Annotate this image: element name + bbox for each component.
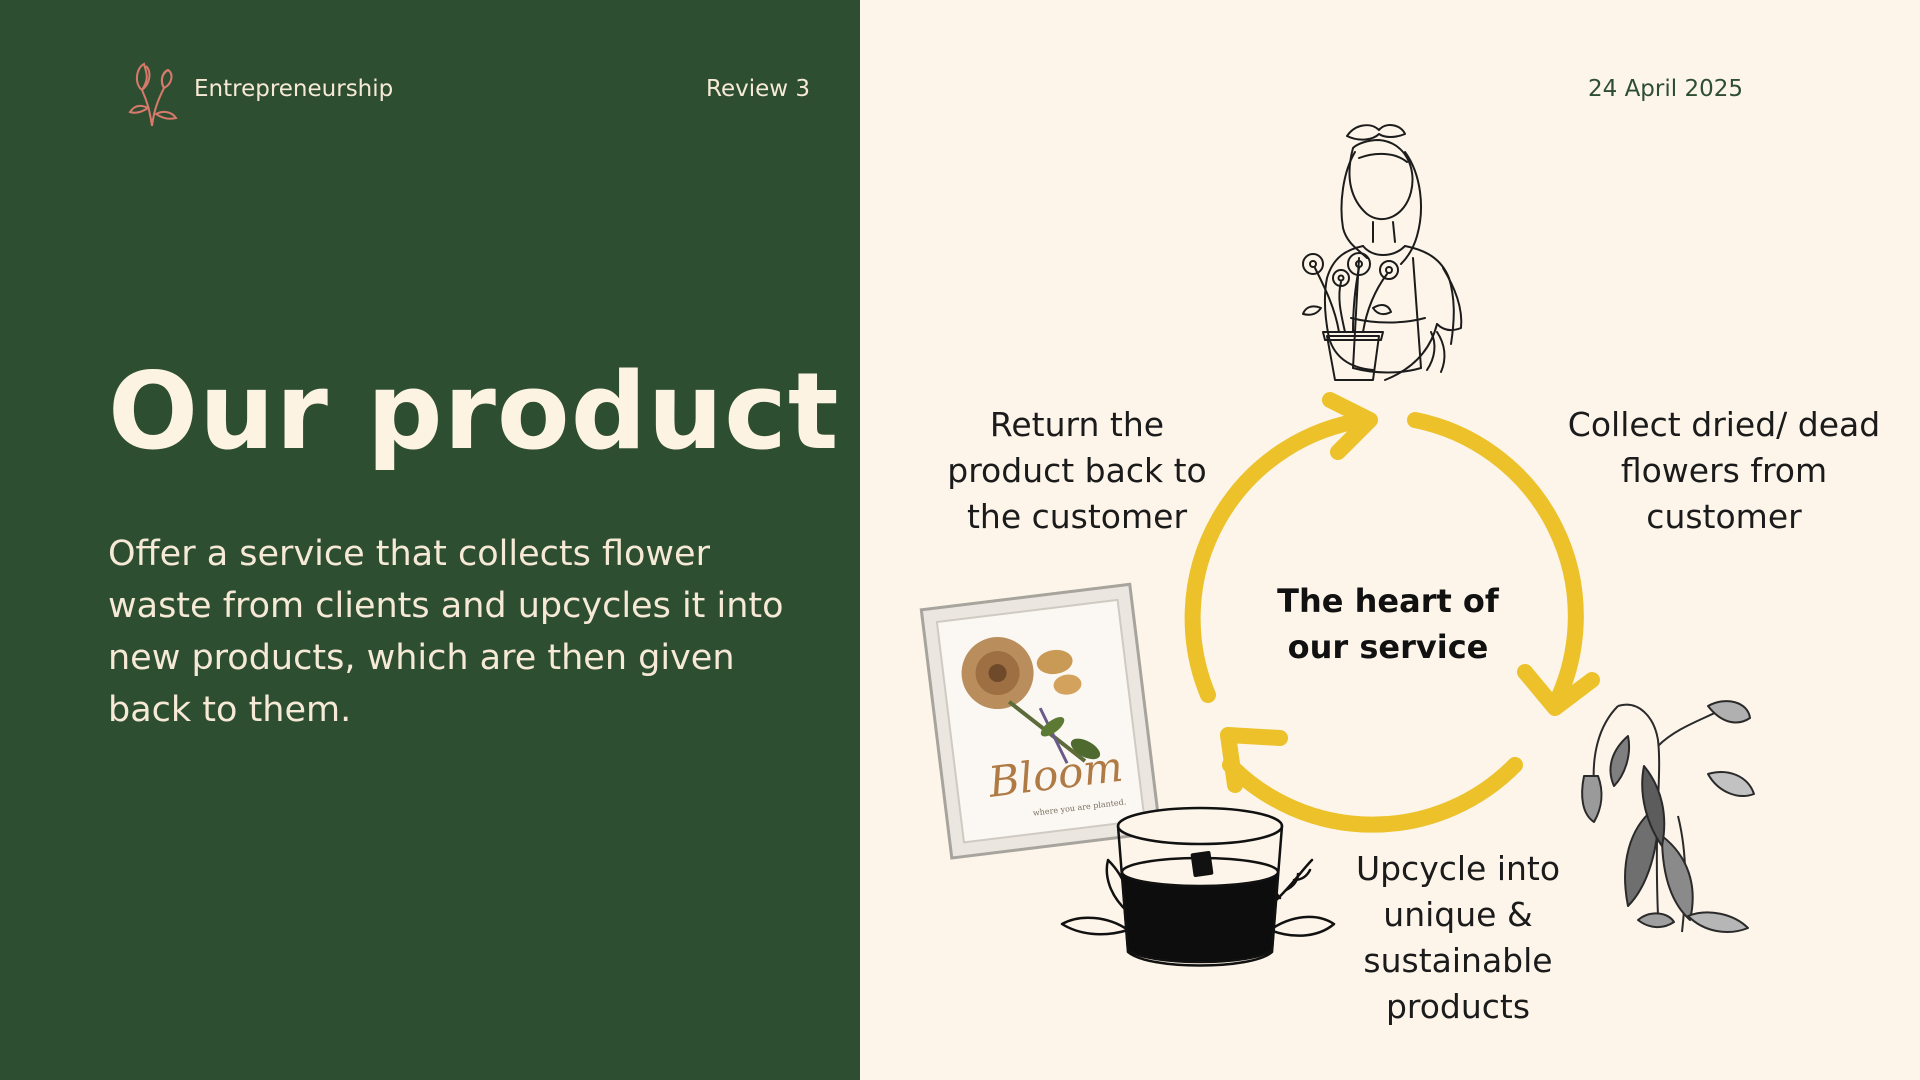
candle-illustration bbox=[1060, 806, 1336, 967]
review-label: Review 3 bbox=[706, 76, 811, 102]
step-collect-label: Collect dried/ dead flowers from custome… bbox=[1567, 405, 1881, 536]
product-description: Offer a service that collects flower was… bbox=[108, 534, 784, 730]
candle-wick-icon bbox=[1190, 850, 1214, 878]
wilted-flowers-illustration bbox=[1581, 700, 1755, 933]
flower-logo-icon bbox=[128, 62, 178, 127]
florist-woman-illustration bbox=[1302, 124, 1463, 381]
step-return-label: Return the product back to the customer bbox=[947, 405, 1207, 536]
step-upcycle-label: Upcycle into unique & sustainable produc… bbox=[1355, 849, 1561, 1026]
brand-label: Entrepreneurship bbox=[194, 76, 394, 102]
cycle-center-label: The heart of our service bbox=[1277, 582, 1499, 666]
date-label: 24 April 2025 bbox=[1588, 76, 1743, 102]
page-title: Our product bbox=[108, 350, 840, 473]
